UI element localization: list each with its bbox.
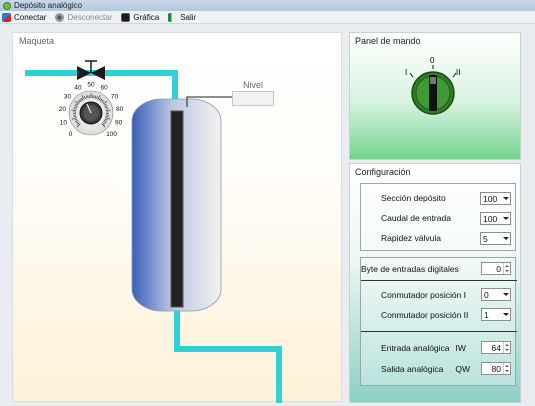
dial-tick-label: 50	[87, 82, 95, 89]
rapidez-value: 5	[483, 233, 488, 244]
chart-button[interactable]: Gráfica	[121, 12, 160, 22]
app-icon	[3, 1, 11, 10]
conm1-select[interactable]: 0	[481, 288, 511, 301]
entrada-label: Entrada analógica	[381, 343, 450, 353]
spin-down-icon[interactable]	[504, 269, 510, 275]
salida-label: Salida analógica	[381, 364, 444, 374]
exit-label: Salir	[180, 12, 197, 22]
divider	[361, 331, 517, 332]
exit-button[interactable]: Salir	[168, 12, 197, 22]
conm1-label: Conmutador posición I	[381, 290, 467, 300]
chevron-down-icon	[501, 289, 510, 300]
switch-pos-2: II	[456, 68, 460, 77]
salida-value: 80	[491, 363, 501, 374]
rapidez-label: Rapidez válvula	[381, 233, 442, 243]
nivel-display	[232, 91, 274, 106]
dial-tick-label: 100	[106, 131, 117, 138]
spin-down-icon[interactable]	[504, 348, 510, 354]
connect-icon	[2, 12, 11, 22]
entrada-tag: IW	[455, 343, 466, 353]
byte-label: Byte de entradas digitales	[361, 264, 459, 274]
divider	[361, 280, 517, 281]
rapidez-select[interactable]: 5	[480, 232, 511, 245]
caudal-label: Caudal de entrada	[381, 213, 451, 223]
conm1-value: 0	[484, 289, 489, 300]
disconnect-label: Desconectar	[67, 12, 113, 22]
switch-pos-1: I	[405, 68, 407, 77]
seccion-label: Sección depósito	[381, 193, 446, 203]
chevron-down-icon	[501, 309, 510, 320]
panel-mando: Panel de mando I 0 II	[349, 32, 521, 160]
chevron-down-icon	[501, 193, 510, 204]
chevron-down-icon	[501, 233, 510, 244]
dial-tick-label: 90	[115, 119, 123, 126]
dial-tick-label: 20	[59, 106, 67, 113]
chart-label: Gráfica	[133, 12, 160, 22]
title-bar: Depósito analógico	[0, 0, 535, 11]
byte-value: 0	[496, 263, 501, 274]
seccion-value: 100	[483, 193, 498, 204]
conm2-select[interactable]: 1	[481, 308, 511, 321]
dial-tick-label: 70	[111, 93, 119, 100]
valve-icon	[77, 60, 105, 80]
config-panel: Configuración Sección depósito 100 Cauda…	[349, 163, 521, 403]
dial-tick-label: 10	[60, 119, 68, 126]
connect-label: Conectar	[14, 12, 47, 22]
conm2-label: Conmutador posición II	[381, 310, 469, 320]
connect-button[interactable]: Conectar	[2, 12, 47, 22]
salida-spinner[interactable]: 80	[481, 362, 511, 375]
dial-tick-label: 60	[101, 85, 109, 92]
dial-tick-label: 40	[74, 85, 82, 92]
flow-dial[interactable]: 010 20 3040 50 6070 80 90 100	[59, 82, 124, 139]
entrada-spinner[interactable]: 64	[481, 341, 511, 354]
outlet-pipe	[174, 311, 282, 403]
seccion-select[interactable]: 100	[480, 192, 511, 205]
dial-tick-label: 80	[116, 106, 124, 113]
config-label: Configuración	[355, 167, 411, 177]
caudal-value: 100	[483, 213, 498, 224]
level-gauge	[170, 110, 184, 308]
chevron-down-icon	[501, 213, 510, 224]
entrada-value: 64	[491, 342, 501, 353]
salida-tag: QW	[455, 364, 471, 374]
byte-spinner[interactable]: 0	[481, 262, 511, 275]
selector-switch[interactable]: I 0 II	[350, 33, 522, 161]
disconnect-button[interactable]: Desconectar	[55, 12, 113, 22]
chart-icon	[121, 12, 131, 22]
io-settings-box: Byte de entradas digitales 0 Conmutador …	[360, 257, 517, 386]
switch-pos-0: 0	[430, 56, 435, 65]
spin-down-icon[interactable]	[504, 369, 510, 375]
maqueta-label: Maqueta	[19, 36, 55, 46]
nivel-label: Nivel	[243, 80, 264, 90]
dial-tick-label: 30	[64, 93, 72, 100]
toolbar: Conectar Desconectar Gráfica Salir	[0, 11, 535, 24]
caudal-select[interactable]: 100	[480, 212, 511, 225]
window-title: Depósito analógico	[14, 1, 83, 10]
conm2-value: 1	[484, 309, 489, 320]
disconnect-icon	[55, 12, 65, 22]
maqueta-diagram: 010 20 3040 50 6070 80 90 100	[25, 60, 282, 403]
tank-settings-box: Sección depósito 100 Caudal de entrada 1…	[360, 183, 516, 251]
dial-tick-label: 0	[69, 131, 73, 138]
exit-icon	[168, 12, 178, 22]
maqueta-panel: 0 10 20 30 40 50 60 70 80 90 100 Maqueta Nivel	[12, 32, 342, 403]
